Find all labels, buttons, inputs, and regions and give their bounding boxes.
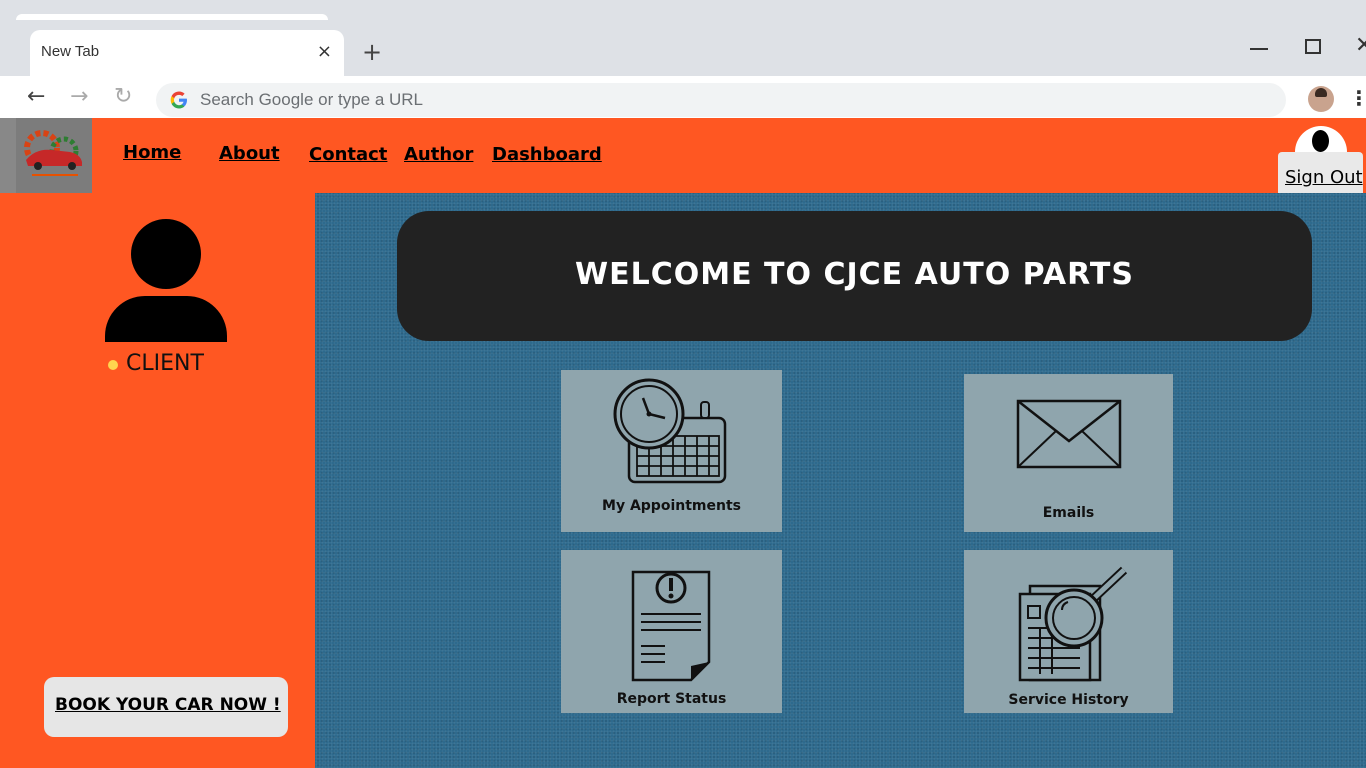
tab-title: New Tab: [41, 43, 100, 60]
forward-icon[interactable]: →: [70, 86, 88, 108]
address-placeholder: Search Google or type a URL: [200, 90, 424, 109]
site-header: Home About Contact Author Dashboard Sign…: [0, 118, 1366, 206]
emails-card[interactable]: Emails: [964, 374, 1173, 532]
welcome-title: WELCOME TO CJCE AUTO PARTS: [575, 257, 1134, 292]
role-label: CLIENT: [126, 351, 204, 376]
status-dot: [108, 360, 118, 370]
reload-icon[interactable]: ↻: [114, 86, 132, 108]
menu-icon[interactable]: ⋮: [1349, 88, 1366, 108]
book-car-button[interactable]: BOOK YOUR CAR NOW !: [44, 677, 288, 737]
client-avatar-icon: [105, 219, 227, 342]
magnifier-document-icon: [1018, 566, 1128, 682]
signout-label: Sign Out: [1285, 167, 1363, 188]
appointments-label: My Appointments: [602, 498, 741, 514]
header-left-strip: [0, 118, 16, 193]
emails-label: Emails: [1042, 505, 1095, 521]
nav-author[interactable]: Author: [404, 144, 473, 165]
service-history-label: Service History: [1008, 692, 1129, 708]
nav-home[interactable]: Home: [123, 142, 181, 163]
envelope-icon: [1016, 399, 1122, 469]
window-close-icon[interactable]: ✕: [1355, 33, 1366, 58]
maximize-icon[interactable]: [1305, 39, 1321, 54]
nav-dashboard[interactable]: Dashboard: [492, 144, 602, 165]
report-status-label: Report Status: [616, 691, 727, 707]
report-status-card[interactable]: Report Status: [561, 550, 782, 713]
sidebar: CLIENT BOOK YOUR CAR NOW !: [0, 193, 315, 768]
clock-calendar-icon: [613, 378, 727, 484]
browser-tabstrip: New Tab × + ✕: [0, 0, 1366, 76]
report-document-icon: [631, 570, 711, 682]
back-icon[interactable]: ←: [27, 86, 45, 108]
profile-avatar[interactable]: [1308, 86, 1334, 112]
browser-toolbar: ← → ↻ Search Google or type a URL ⋮: [0, 76, 1366, 118]
web-page: Home About Contact Author Dashboard Sign…: [0, 118, 1366, 768]
address-bar[interactable]: Search Google or type a URL: [156, 83, 1286, 117]
tab-close-icon[interactable]: ×: [317, 41, 332, 62]
active-tab[interactable]: New Tab ×: [30, 30, 344, 76]
main-content: WELCOME TO CJCE AUTO PARTS My Appointmen…: [315, 193, 1366, 768]
book-car-label: BOOK YOUR CAR NOW !: [55, 695, 281, 715]
background-tab[interactable]: [16, 14, 328, 20]
gear-car-logo-icon: [24, 130, 82, 176]
welcome-banner: WELCOME TO CJCE AUTO PARTS: [397, 211, 1312, 341]
service-history-card[interactable]: Service History: [964, 550, 1173, 713]
new-tab-button[interactable]: +: [362, 38, 382, 66]
nav-about[interactable]: About: [219, 143, 280, 164]
minimize-icon[interactable]: [1250, 48, 1268, 50]
google-icon: [170, 91, 187, 109]
appointments-card[interactable]: My Appointments: [561, 370, 782, 532]
site-logo[interactable]: [16, 118, 92, 193]
nav-contact[interactable]: Contact: [309, 144, 387, 165]
